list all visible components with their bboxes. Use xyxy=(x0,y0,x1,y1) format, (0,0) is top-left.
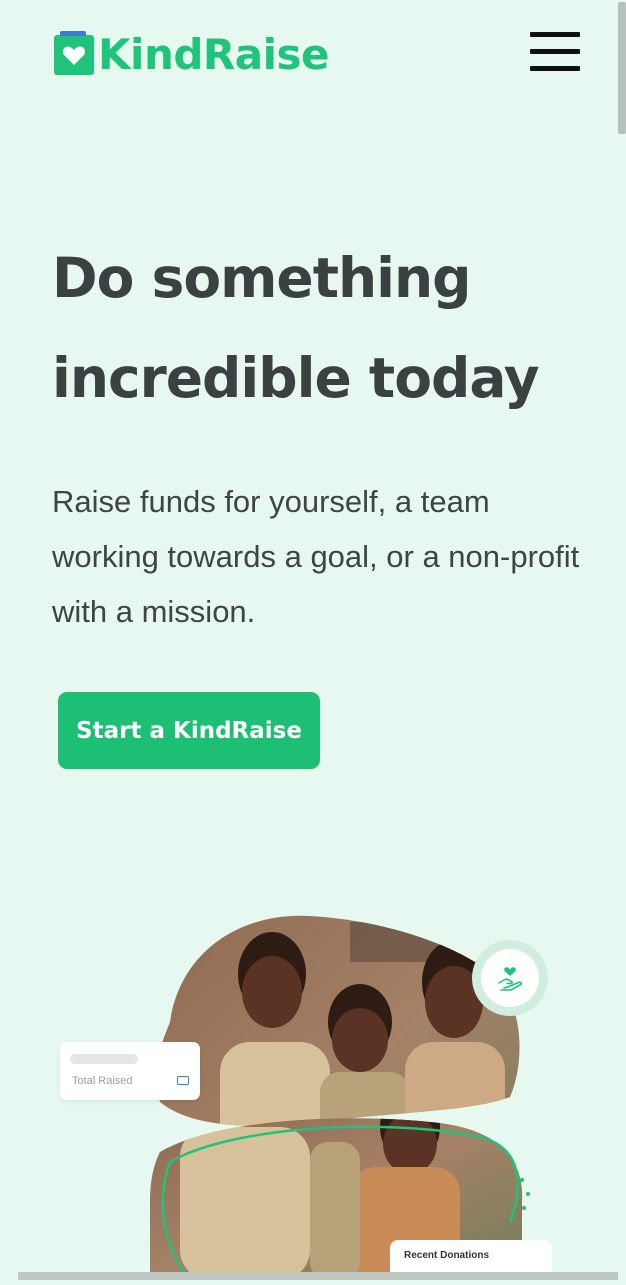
heart-logo-icon xyxy=(54,31,94,75)
hero-title: Do something incredible today xyxy=(52,228,592,428)
kindraise-logo[interactable]: KindRaise xyxy=(54,30,329,80)
top-navigation: KindRaise xyxy=(0,0,626,110)
money-icon xyxy=(177,1076,189,1085)
total-raised-label: Total Raised xyxy=(72,1075,133,1087)
scrollbar[interactable] xyxy=(618,2,626,134)
logo-text: KindRaise xyxy=(98,30,329,79)
horizontal-scrollbar[interactable] xyxy=(18,1272,618,1280)
start-kindraise-button[interactable]: Start a KindRaise xyxy=(58,692,320,769)
heart-in-hand-icon xyxy=(498,967,523,991)
hamburger-menu-icon[interactable] xyxy=(530,30,580,74)
hero-title-line-1: Do something xyxy=(52,246,472,310)
total-raised-card: Total Raised xyxy=(60,1042,200,1100)
donation-badge xyxy=(472,940,548,1016)
recent-donations-label: Recent Donations xyxy=(404,1250,490,1261)
placeholder-amount-bar xyxy=(70,1054,138,1064)
hero-title-line-2: incredible today xyxy=(52,346,540,410)
hero-subtitle: Raise funds for yourself, a team working… xyxy=(52,484,580,629)
